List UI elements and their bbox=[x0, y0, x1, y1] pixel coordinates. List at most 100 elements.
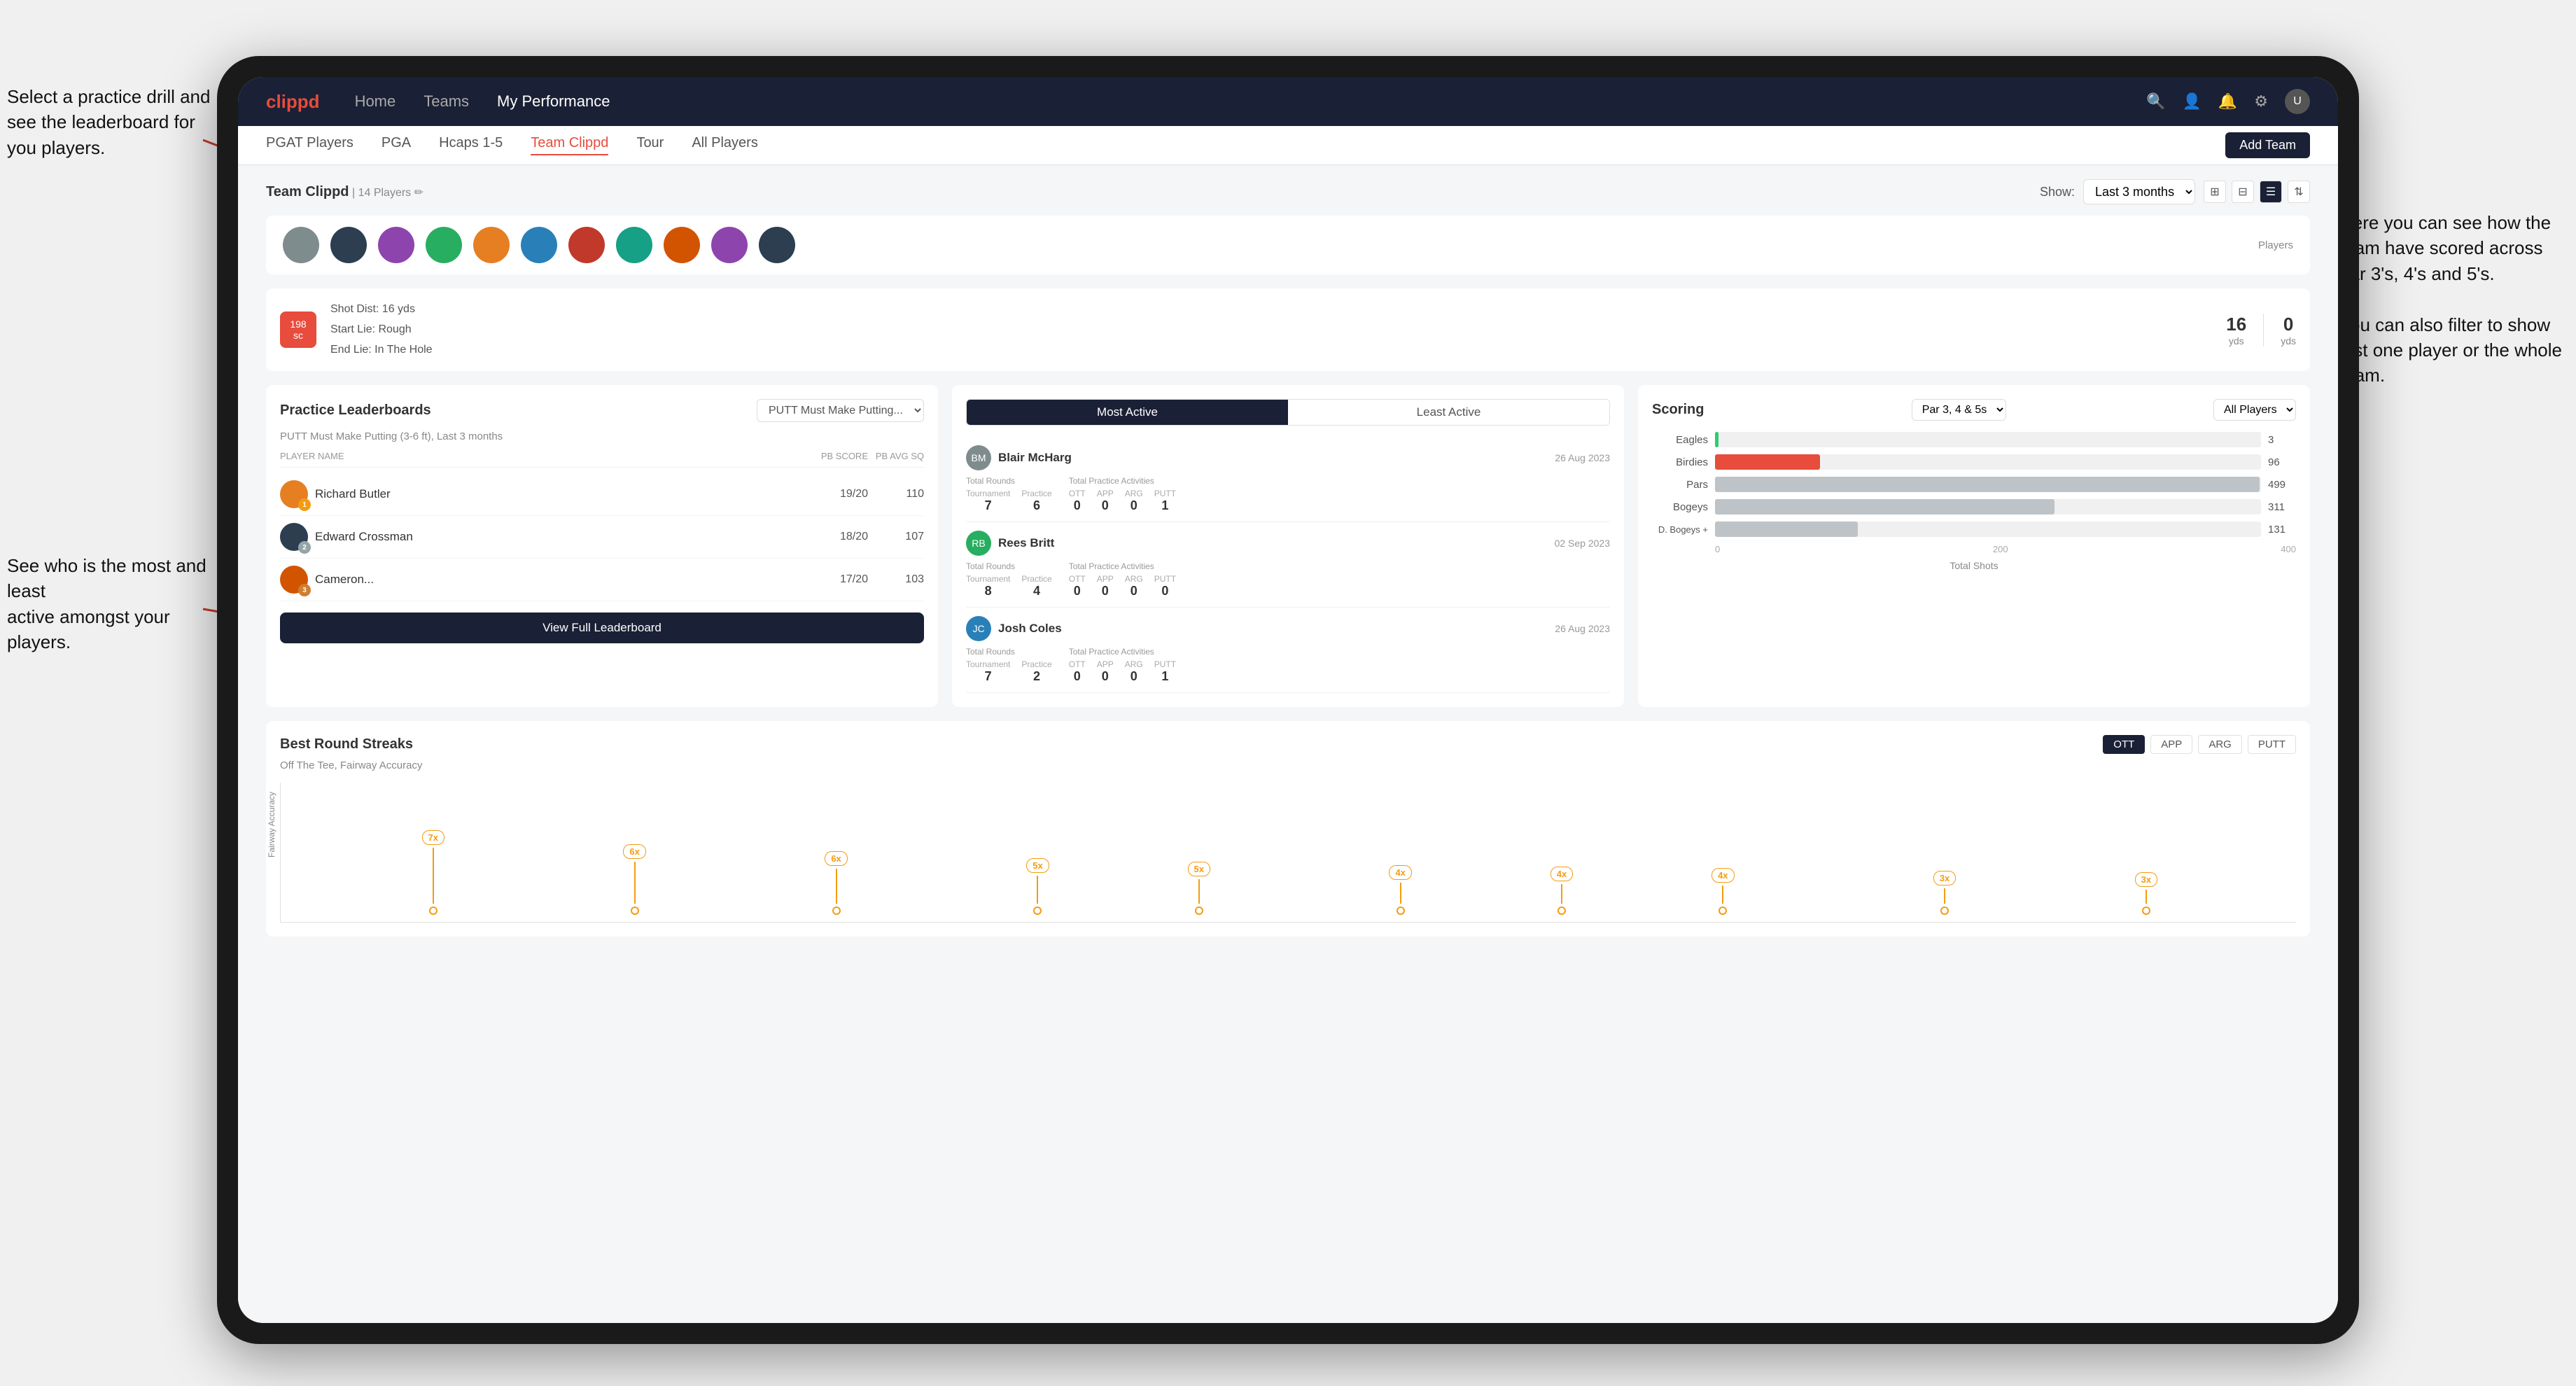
player-avatar-1[interactable] bbox=[283, 227, 319, 263]
lb-name-2: Edward Crossman bbox=[315, 530, 413, 544]
filter-ott[interactable]: OTT bbox=[2103, 735, 2145, 754]
bar-dbogeys: D. Bogeys + 131 bbox=[1652, 522, 2296, 537]
pa-stats-1: Total Rounds Tournament 7 Practice 6 bbox=[966, 476, 1610, 513]
player-avatar-10[interactable] bbox=[711, 227, 748, 263]
lb-player-3: 3 Cameron... bbox=[280, 566, 812, 594]
filter-icon[interactable]: ⇅ bbox=[2288, 181, 2310, 203]
nav-teams[interactable]: Teams bbox=[424, 92, 469, 111]
col-player-name: PLAYER NAME bbox=[280, 451, 812, 461]
lb-score-1: 19/20 bbox=[812, 488, 868, 500]
team-title-group: Team Clippd | 14 Players ✏ bbox=[266, 184, 424, 200]
players-label: Players bbox=[2258, 239, 2293, 251]
lb-columns-header: PLAYER NAME PB SCORE PB AVG SQ bbox=[280, 451, 924, 468]
streak-point-6: 4x bbox=[1389, 865, 1411, 915]
list-icon[interactable]: ☰ bbox=[2260, 181, 2282, 203]
player-avatar-8[interactable] bbox=[616, 227, 652, 263]
team-title: Team Clippd bbox=[266, 184, 349, 200]
bar-eagles: Eagles 3 bbox=[1652, 432, 2296, 447]
show-select[interactable]: Last 3 months bbox=[2083, 179, 2195, 204]
player-avatar-3[interactable] bbox=[378, 227, 414, 263]
settings-icon[interactable]: ⚙ bbox=[2254, 92, 2268, 111]
lb-name-3: Cameron... bbox=[315, 573, 374, 587]
lb-avatar-2: 2 bbox=[280, 523, 308, 551]
add-team-button[interactable]: Add Team bbox=[2225, 132, 2310, 158]
practice-leaderboards-card: Practice Leaderboards PUTT Must Make Put… bbox=[266, 385, 938, 707]
subnav-tour[interactable]: Tour bbox=[636, 135, 664, 155]
pa-date-1: 26 Aug 2023 bbox=[1555, 452, 1610, 463]
scoring-filter-players[interactable]: All Players bbox=[2213, 399, 2296, 421]
tab-least-active[interactable]: Least Active bbox=[1288, 400, 1609, 425]
scoring-x-axis: 0 200 400 bbox=[1652, 544, 2296, 554]
subnav-all-players[interactable]: All Players bbox=[692, 135, 757, 155]
users-icon[interactable]: 👤 bbox=[2182, 92, 2201, 111]
tablet-screen: clippd Home Teams My Performance 🔍 👤 🔔 ⚙… bbox=[238, 77, 2338, 1323]
show-label: Show: bbox=[2040, 185, 2075, 200]
activity-card: Most Active Least Active BM Blair McHarg… bbox=[952, 385, 1624, 707]
view-leaderboard-button[interactable]: View Full Leaderboard bbox=[280, 612, 924, 643]
bar-birdies: Birdies 96 bbox=[1652, 454, 2296, 470]
lb-avg-1: 110 bbox=[868, 488, 924, 500]
subnav-team-clippd[interactable]: Team Clippd bbox=[531, 135, 608, 155]
grid-small-icon[interactable]: ⊟ bbox=[2232, 181, 2254, 203]
streaks-subtitle: Off The Tee, Fairway Accuracy bbox=[280, 760, 2296, 771]
nav-logo: clippd bbox=[266, 91, 320, 113]
main-content: Team Clippd | 14 Players ✏ Show: Last 3 … bbox=[238, 165, 2338, 1323]
streak-point-8: 4x bbox=[1712, 868, 1734, 915]
annotation-top-right: Here you can see how theteam have scored… bbox=[2339, 210, 2562, 388]
bar-pars: Pars 499 bbox=[1652, 477, 2296, 492]
streak-point-10: 3x bbox=[2135, 872, 2157, 915]
subnav-pgat[interactable]: PGAT Players bbox=[266, 135, 354, 155]
filter-putt[interactable]: PUTT bbox=[2248, 735, 2296, 754]
grid-large-icon[interactable]: ⊞ bbox=[2204, 181, 2226, 203]
navbar: clippd Home Teams My Performance 🔍 👤 🔔 ⚙… bbox=[238, 77, 2338, 126]
pa-total-rounds-3: Total Rounds Tournament 7 Practice 2 bbox=[966, 647, 1052, 684]
player-avatar-11[interactable] bbox=[759, 227, 795, 263]
activity-tabs: Most Active Least Active bbox=[966, 399, 1610, 426]
activity-player-3: JC Josh Coles 26 Aug 2023 Total Rounds T… bbox=[966, 608, 1610, 693]
subnav-pga[interactable]: PGA bbox=[382, 135, 411, 155]
pa-name-2: Rees Britt bbox=[998, 536, 1548, 550]
view-icons: ⊞ ⊟ ☰ ⇅ bbox=[2204, 181, 2310, 203]
player-avatar-4[interactable] bbox=[426, 227, 462, 263]
lb-title: Practice Leaderboards bbox=[280, 402, 431, 419]
lb-score-3: 17/20 bbox=[812, 573, 868, 586]
streak-point-7: 4x bbox=[1550, 867, 1573, 915]
pa-header-1: BM Blair McHarg 26 Aug 2023 bbox=[966, 445, 1610, 470]
lb-badge-gold: 1 bbox=[298, 498, 311, 511]
col-pb-score: PB SCORE bbox=[812, 451, 868, 461]
player-avatar-7[interactable] bbox=[568, 227, 605, 263]
streak-point-3: 6x bbox=[825, 851, 847, 915]
filter-arg[interactable]: ARG bbox=[2198, 735, 2242, 754]
nav-performance[interactable]: My Performance bbox=[497, 92, 610, 111]
pa-stats-2: Total Rounds Tournament 8 Practice 4 bbox=[966, 561, 1610, 598]
scoring-card: Scoring Par 3, 4 & 5s All Players Eagles bbox=[1638, 385, 2310, 707]
player-avatar-5[interactable] bbox=[473, 227, 510, 263]
scoring-chart: Eagles 3 Birdies 96 bbox=[1652, 432, 2296, 571]
player-avatar-6[interactable] bbox=[521, 227, 557, 263]
tab-most-active[interactable]: Most Active bbox=[967, 400, 1288, 425]
lb-badge-silver: 2 bbox=[298, 541, 311, 554]
col-avg-sq: PB AVG SQ bbox=[868, 451, 924, 461]
lb-avatar-1: 1 bbox=[280, 480, 308, 508]
show-control: Show: Last 3 months ⊞ ⊟ ☰ ⇅ bbox=[2040, 179, 2310, 204]
pa-name-3: Josh Coles bbox=[998, 622, 1548, 636]
subnav: PGAT Players PGA Hcaps 1-5 Team Clippd T… bbox=[238, 126, 2338, 165]
scoring-filter-par[interactable]: Par 3, 4 & 5s bbox=[1912, 399, 2006, 421]
shot-yards: 16 yds 0 yds bbox=[2226, 314, 2296, 346]
user-avatar[interactable]: U bbox=[2285, 89, 2310, 114]
player-avatar-2[interactable] bbox=[330, 227, 367, 263]
bell-icon[interactable]: 🔔 bbox=[2218, 92, 2237, 111]
search-icon[interactable]: 🔍 bbox=[2146, 92, 2165, 111]
nav-home[interactable]: Home bbox=[355, 92, 396, 111]
pa-total-rounds-2: Total Rounds Tournament 8 Practice 4 bbox=[966, 561, 1052, 598]
pa-stats-3: Total Rounds Tournament 7 Practice 2 bbox=[966, 647, 1610, 684]
subnav-hcaps[interactable]: Hcaps 1-5 bbox=[439, 135, 503, 155]
lb-avg-2: 107 bbox=[868, 531, 924, 543]
y-axis-label: Fairway Accuracy bbox=[267, 792, 276, 858]
nav-links: Home Teams My Performance bbox=[355, 92, 2146, 111]
drill-select[interactable]: PUTT Must Make Putting... bbox=[757, 399, 924, 422]
filter-app[interactable]: APP bbox=[2150, 735, 2192, 754]
pa-date-2: 02 Sep 2023 bbox=[1555, 538, 1610, 549]
player-avatar-9[interactable] bbox=[664, 227, 700, 263]
streaks-card: Best Round Streaks OTT APP ARG PUTT Off … bbox=[266, 721, 2310, 937]
